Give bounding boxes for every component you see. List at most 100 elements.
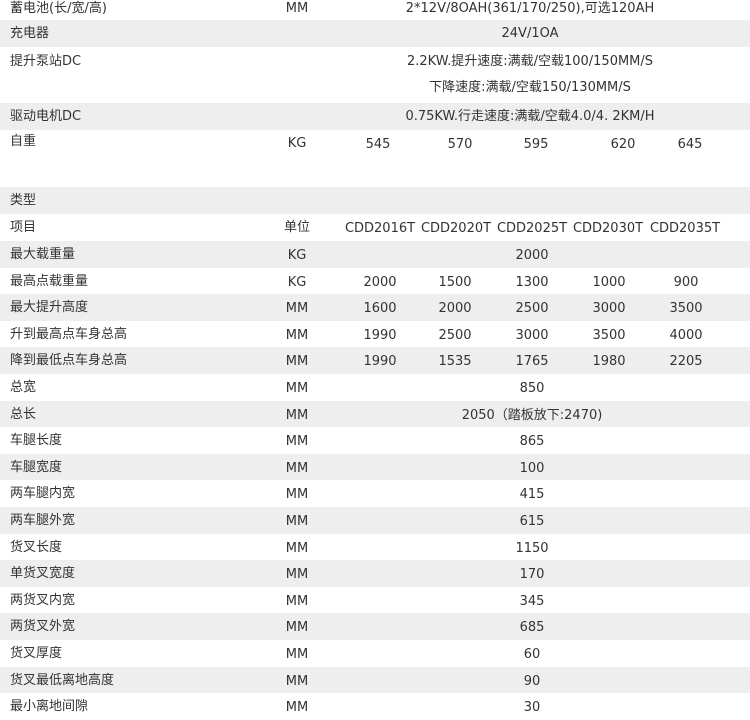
row-label: 货叉厚度 [10, 646, 63, 661]
row-value: 615 [519, 514, 545, 529]
row-label: 车腿长度 [10, 433, 63, 449]
row-unit: MM [285, 647, 309, 662]
row-value: 1990 [363, 327, 397, 343]
row-label: 驱动电机DC [10, 109, 82, 124]
table-row: 两车腿内宽 MM 415 [0, 480, 750, 507]
row-value: 3000 [515, 327, 549, 343]
table-row: 升到最高点车身总高 MM 1990 2500 3000 3500 4000 [0, 321, 750, 348]
header-unit-label: 单位 [283, 220, 311, 235]
row-value: 4000 [669, 327, 703, 343]
row-value: 850 [519, 381, 545, 396]
row-unit: MM [285, 487, 309, 503]
row-label: 充电器 [10, 26, 50, 41]
row-unit: KG [287, 274, 307, 290]
table-row: 最大载重量 KG 2000 [0, 241, 750, 268]
row-label: 货叉长度 [10, 539, 63, 555]
table-row: 降到最低点车身总高 MM 1990 1535 1765 1980 2205 [0, 347, 750, 374]
row-value: 345 [519, 593, 545, 609]
type-row: 类型 [0, 187, 750, 214]
table-row: 货叉最低离地高度 MM 90 [0, 666, 750, 694]
row-value-2: 下降速度:满载/空载150/130MM/S [429, 80, 631, 95]
row-value: 1600 [363, 301, 397, 317]
table-row: 车腿长度 MM 865 [0, 427, 750, 454]
row-value: 90 [523, 673, 541, 689]
row-label: 自重 [10, 134, 37, 149]
row-value: 170 [519, 567, 545, 583]
spec-row-drive-motor: 驱动电机DC 0.75KW.行走速度:满载/空载4.0/4. 2KM/H [0, 103, 750, 130]
model-header: CDD2025T [496, 221, 568, 236]
table-row: 货叉长度 MM 1150 [0, 534, 750, 561]
spec-row-battery: 蓄电池(长/宽/高) MM 2*12V/8OAH(361/170/250),可选… [0, 0, 750, 20]
row-label: 提升泵站DC [10, 54, 82, 69]
row-label: 最小离地间隙 [10, 699, 89, 715]
row-value: 3500 [592, 327, 626, 343]
type-label: 类型 [10, 193, 37, 208]
row-value: 685 [519, 620, 545, 636]
row-value: 1535 [438, 354, 472, 370]
row-unit: MM [285, 1, 309, 16]
row-unit: MM [285, 620, 309, 636]
row-unit: MM [285, 460, 309, 476]
row-unit: MM [285, 301, 309, 317]
row-label: 降到最低点车身总高 [10, 353, 128, 369]
row-value: 3500 [669, 301, 703, 317]
row-label: 总长 [10, 406, 37, 422]
model-header: CDD2030T [572, 221, 644, 236]
row-unit: MM [285, 673, 309, 689]
row-unit: MM [285, 540, 309, 556]
row-value: 415 [519, 487, 545, 503]
row-value: 1300 [515, 274, 549, 290]
row-value: 2*12V/8OAH(361/170/250),可选120AH [405, 1, 655, 16]
row-value: 2500 [438, 327, 472, 343]
row-value: 1000 [592, 274, 626, 290]
row-value: 2500 [515, 301, 549, 317]
weight-value: 570 [447, 137, 473, 152]
table-row: 货叉厚度 MM 60 [0, 640, 750, 667]
row-label: 最高点载重量 [10, 273, 89, 289]
weight-value: 595 [523, 137, 549, 152]
row-value: 60 [523, 647, 541, 662]
row-value: 865 [519, 434, 545, 450]
row-label: 最大提升高度 [10, 300, 89, 316]
row-value: 2050（踏板放下:2470) [461, 407, 603, 423]
table-row: 总长 MM 2050（踏板放下:2470) [0, 400, 750, 428]
table-row: 最高点载重量 KG 2000 1500 1300 1000 900 [0, 268, 750, 295]
row-unit: MM [285, 593, 309, 609]
table-row: 车腿宽度 MM 100 [0, 453, 750, 481]
row-unit: MM [285, 381, 309, 396]
weight-value: 545 [365, 137, 391, 152]
row-unit: MM [285, 514, 309, 529]
model-header: CDD2035T [649, 221, 721, 236]
row-unit: MM [285, 407, 309, 423]
row-label: 蓄电池(长/宽/高) [10, 1, 107, 16]
model-header: CDD2020T [420, 221, 492, 236]
row-value: 900 [673, 274, 699, 290]
row-value: 24V/1OA [501, 26, 559, 41]
row-unit: MM [285, 700, 309, 716]
row-label: 两车腿外宽 [10, 513, 76, 528]
row-value: 100 [519, 460, 545, 476]
row-value: 0.75KW.行走速度:满载/空载4.0/4. 2KM/H [405, 109, 655, 124]
row-value: 2000 [438, 301, 472, 317]
row-value: 2205 [669, 354, 703, 370]
row-label: 两货叉内宽 [10, 592, 76, 608]
row-label: 货叉最低离地高度 [10, 672, 115, 688]
row-unit: KG [287, 248, 307, 263]
row-unit: MM [285, 327, 309, 343]
weight-value: 620 [610, 137, 636, 152]
table-row: 两货叉外宽 MM 685 [0, 613, 750, 640]
row-label: 两货叉外宽 [10, 619, 76, 635]
row-value: 2000 [515, 248, 549, 263]
row-label: 升到最高点车身总高 [10, 326, 128, 342]
weight-value: 645 [677, 137, 703, 152]
row-label: 单货叉宽度 [10, 566, 76, 582]
row-value: 3000 [592, 301, 626, 317]
row-unit: MM [285, 434, 309, 450]
header-item-label: 项目 [10, 220, 37, 235]
row-value: 1150 [515, 540, 549, 556]
row-unit: KG [287, 136, 307, 151]
table-row: 最小离地间隙 MM 30 [0, 693, 750, 720]
row-label: 两车腿内宽 [10, 486, 76, 502]
model-header: CDD2016T [344, 221, 416, 236]
spec-row-charger: 充电器 24V/1OA [0, 20, 750, 47]
